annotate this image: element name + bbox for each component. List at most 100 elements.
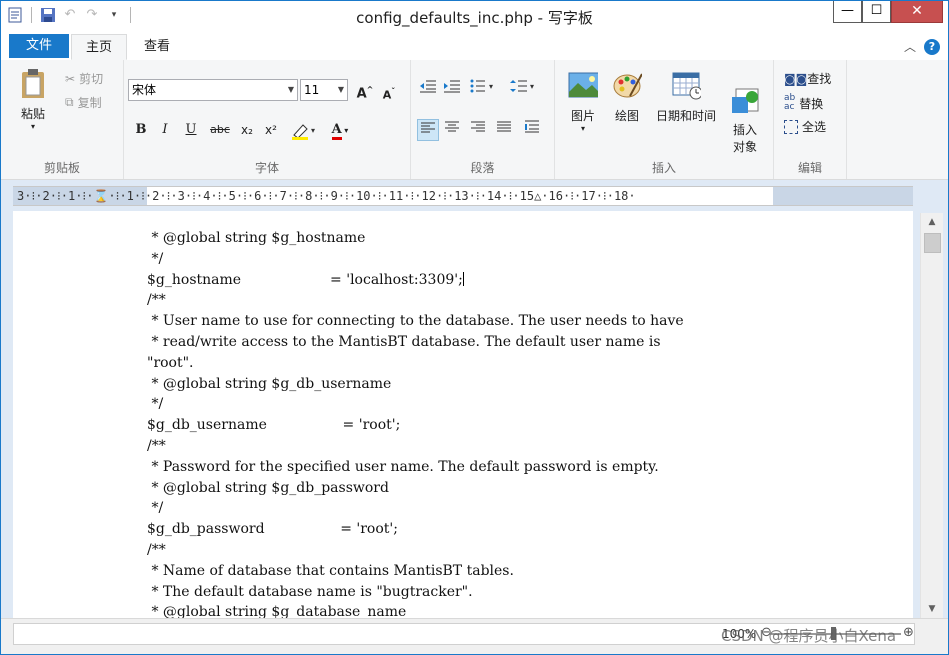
- scroll-up-icon[interactable]: ▲: [921, 213, 943, 231]
- code-line: * Name of database that contains MantisB…: [147, 562, 514, 579]
- picture-button[interactable]: 图片 ▾: [563, 70, 603, 133]
- copy-icon: ⧉: [65, 95, 74, 109]
- code-line: "root".: [147, 354, 194, 371]
- code-line: /**: [147, 292, 166, 309]
- bold-button[interactable]: B: [130, 119, 152, 141]
- chevron-down-icon: ▼: [287, 85, 294, 94]
- decrease-indent-icon: [420, 80, 436, 93]
- cut-button[interactable]: ✂ 剪切: [65, 70, 103, 87]
- tab-view[interactable]: 查看: [131, 34, 183, 60]
- picture-label: 图片: [570, 109, 595, 123]
- minimize-button[interactable]: —: [833, 1, 862, 23]
- watermark: CSDN @程序员小白Xena: [721, 627, 897, 645]
- align-right-button[interactable]: [467, 119, 489, 141]
- date-time-label: 日期和时间: [655, 109, 716, 123]
- scissors-icon: ✂: [65, 71, 76, 86]
- paste-dropdown-icon[interactable]: ▾: [13, 122, 53, 131]
- code-line: */: [147, 396, 164, 413]
- help-icon[interactable]: ?: [924, 38, 940, 55]
- maximize-button[interactable]: ☐: [862, 1, 891, 23]
- bullets-button[interactable]: ▾: [469, 79, 499, 101]
- font-group-label: 字体: [254, 161, 279, 175]
- scroll-thumb[interactable]: [924, 233, 941, 253]
- subscript-button[interactable]: x₂: [236, 119, 258, 141]
- strikethrough-button[interactable]: abc: [206, 119, 234, 141]
- zoom-in-icon[interactable]: ⊕: [903, 625, 914, 640]
- ruler-area: 3·⁝·2·⁝·1·⁝·⌛·⁝·1·⁝·2·⁝·3·⁝·4·⁝·5·⁝·6·⁝·…: [1, 180, 948, 211]
- paragraph-settings-button[interactable]: [521, 119, 543, 141]
- tab-home[interactable]: 主页: [71, 34, 127, 60]
- find-button[interactable]: ◙◙ 查找: [784, 70, 831, 87]
- code-line: * Password for the specified user name. …: [147, 458, 659, 475]
- insert-group: 图片 ▾ 绘图 日期和时间 插入 对象 插入: [555, 60, 774, 179]
- text-color-button[interactable]: A ▾: [324, 119, 356, 141]
- italic-button[interactable]: I: [154, 119, 176, 141]
- date-time-button[interactable]: 日期和时间: [651, 70, 721, 124]
- code-line: * @global string $g_db_password: [147, 479, 389, 496]
- superscript-button[interactable]: x²: [260, 119, 282, 141]
- document-page[interactable]: * @global string $g_hostname */ $g_hostn…: [13, 211, 913, 618]
- decrease-indent-button[interactable]: [417, 79, 439, 101]
- close-button[interactable]: ✕: [891, 1, 943, 23]
- insert-object-button[interactable]: 插入 对象: [725, 70, 765, 173]
- paint-drawing-label: 绘图: [614, 109, 639, 123]
- paint-drawing-button[interactable]: 绘图: [607, 70, 647, 124]
- code-line: $g_db_password = 'root';: [147, 521, 398, 538]
- underline-button[interactable]: U: [180, 119, 202, 141]
- increase-indent-button[interactable]: [441, 79, 463, 101]
- ruler-right-margin: [773, 187, 913, 205]
- ribbon-controls: ︿ ?: [904, 38, 940, 55]
- picture-dropdown-icon[interactable]: ▾: [563, 124, 603, 133]
- font-size-select[interactable]: 11 ▼: [300, 79, 348, 101]
- code-line: $g_hostname = 'localhost:3309';: [147, 271, 463, 288]
- editing-group: ◙◙ 查找 ab ac 替换 全选 编辑: [774, 60, 847, 179]
- svg-text:▾: ▾: [311, 126, 315, 135]
- picture-icon: [568, 72, 600, 98]
- code-line: * @global string $g_hostname: [147, 230, 366, 246]
- align-left-button[interactable]: [417, 119, 439, 141]
- align-left-icon: [421, 122, 435, 133]
- minimize-ribbon-icon[interactable]: ︿: [904, 38, 916, 55]
- text-caret: [462, 271, 464, 286]
- line-spacing-button[interactable]: ▾: [509, 79, 539, 101]
- paste-button[interactable]: 粘贴 ▾: [13, 68, 53, 131]
- code-line: * User name to use for connecting to the…: [147, 313, 684, 330]
- text-color-icon: A: [331, 123, 342, 140]
- title-bar: ↶ ↷ ▾ config_defaults_inc.php - 写字板 — ☐ …: [1, 1, 948, 32]
- document-text[interactable]: * @global string $g_hostname */ $g_hostn…: [147, 228, 684, 618]
- code-line: * @global string $g_db_username: [147, 375, 392, 392]
- select-all-label: 全选: [802, 120, 827, 134]
- paste-icon: [22, 69, 44, 100]
- svg-text:▾: ▾: [530, 82, 534, 91]
- code-line: /**: [147, 437, 166, 454]
- select-all-button[interactable]: 全选: [784, 118, 826, 135]
- palette-icon: [613, 73, 643, 98]
- align-center-button[interactable]: [441, 119, 463, 141]
- scroll-down-icon[interactable]: ▼: [921, 600, 943, 618]
- binoculars-icon: ◙◙: [784, 71, 808, 86]
- cut-label: 剪切: [79, 72, 104, 86]
- chevron-down-icon: ▼: [337, 85, 344, 94]
- justify-icon: [497, 121, 511, 132]
- copy-button[interactable]: ⧉ 复制: [65, 94, 102, 111]
- highlight-button[interactable]: ▾: [288, 119, 320, 141]
- insert-group-label: 插入: [651, 161, 676, 175]
- align-center-icon: [445, 121, 459, 132]
- shrink-font-button[interactable]: Aˇ: [378, 81, 400, 103]
- replace-button[interactable]: ab ac 替换: [784, 94, 823, 112]
- clipboard-group: 粘贴 ▾ ✂ 剪切 ⧉ 复制 剪贴板: [1, 60, 124, 179]
- justify-button[interactable]: [493, 119, 515, 141]
- calendar-icon: [672, 72, 703, 100]
- ruler-scale: 3·⁝·2·⁝·1·⁝·⌛·⁝·1·⁝·2·⁝·3·⁝·4·⁝·5·⁝·6·⁝·…: [17, 189, 636, 203]
- grow-font-button[interactable]: A^: [354, 79, 376, 101]
- copy-label: 复制: [77, 96, 102, 110]
- font-family-select[interactable]: 宋体 ▼: [128, 79, 298, 101]
- editing-group-label: 编辑: [797, 161, 822, 175]
- tab-file[interactable]: 文件: [9, 34, 69, 58]
- code-line: */: [147, 500, 164, 517]
- vertical-scrollbar[interactable]: ▲ ▼: [920, 213, 943, 618]
- line-spacing-icon: ▾: [510, 80, 534, 92]
- ruler[interactable]: 3·⁝·2·⁝·1·⁝·⌛·⁝·1·⁝·2·⁝·3·⁝·4·⁝·5·⁝·6·⁝·…: [13, 186, 913, 206]
- window-title: config_defaults_inc.php - 写字板: [356, 9, 593, 27]
- code-line: */: [147, 250, 164, 267]
